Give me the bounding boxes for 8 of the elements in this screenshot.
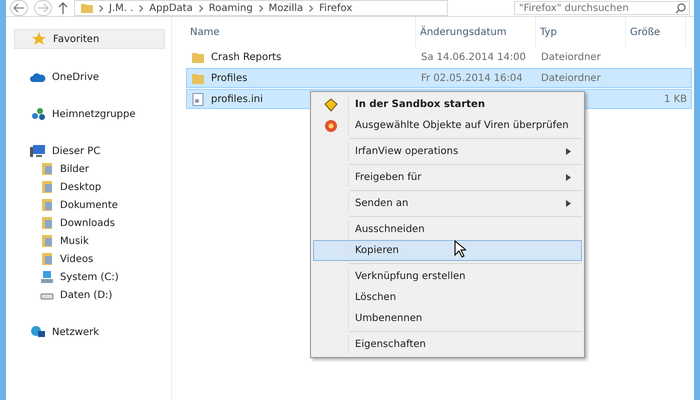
type-cell-text: Dateiordner <box>540 72 602 84</box>
date-cell-text: Fr 02.05.2014 16:04 <box>420 72 524 84</box>
type-cell-text: Dateiordner <box>540 52 602 62</box>
file-name: Crash Reports <box>211 52 282 62</box>
file-name: Profiles <box>211 72 248 84</box>
size-cell-text: 1 KB <box>663 94 687 104</box>
file-name: profiles.ini <box>211 94 263 104</box>
date-cell-text: Sa 14.06.2014 14:00 <box>420 52 527 62</box>
